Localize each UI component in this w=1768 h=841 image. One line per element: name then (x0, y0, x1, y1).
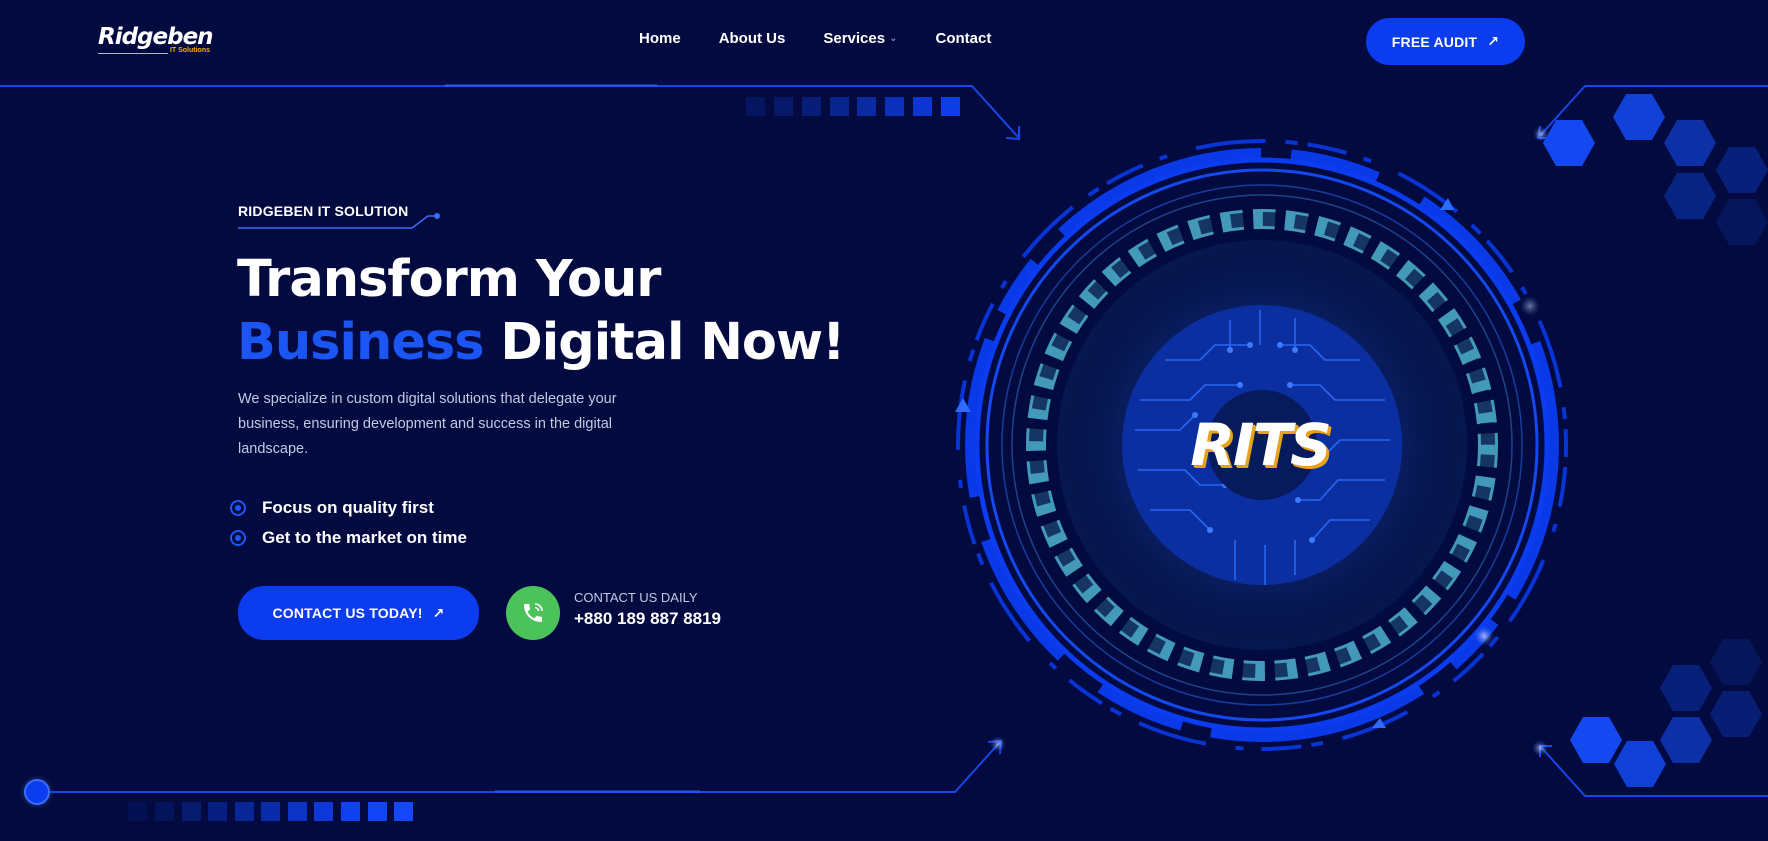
emblem-text: RITS (1190, 411, 1332, 479)
bottom-frame-line (50, 739, 1003, 793)
hero-title-rest: Digital Now! (483, 313, 845, 372)
feature-label: Focus on quality first (262, 498, 434, 517)
hero-title-accent: Business (237, 313, 485, 372)
chevron-down-icon: ⌄ (889, 33, 898, 44)
phone-call-button[interactable] (506, 586, 560, 640)
list-item: Focus on quality first (230, 493, 467, 523)
hexagons-bottom-right (1570, 639, 1762, 787)
phone-icon (524, 603, 543, 622)
nav-services[interactable]: Services ⌄ (823, 29, 897, 49)
nav-services-label: Services (823, 30, 886, 47)
target-icon (230, 500, 246, 516)
hero-title-line1: Transform Your (237, 250, 661, 309)
hero-eyebrow-text: RIDGEBEN IT SOLUTION (238, 203, 409, 219)
nav-home-label: Home (639, 30, 681, 47)
free-audit-label: FREE AUDIT (1391, 33, 1478, 50)
logo-underline (98, 53, 168, 54)
hero-eyebrow: RIDGEBEN IT SOLUTION (238, 203, 408, 219)
arrow-up-right-icon: ↗ (1487, 33, 1500, 49)
logo-subtitle: IT Solutions (169, 47, 210, 54)
top-squares (746, 97, 960, 116)
feature-list: Focus on quality first Get to the market… (230, 493, 467, 553)
feature-label: Get to the market on time (262, 528, 467, 547)
arrow-up-right-icon: ↗ (432, 604, 445, 621)
contact-us-label: CONTACT US TODAY! (272, 605, 423, 621)
hero-description: We specialize in custom digital solution… (238, 391, 617, 457)
nav-about-label: About Us (718, 30, 786, 47)
nav-contact[interactable]: Contact (935, 29, 991, 49)
right-frame-lines (1536, 85, 1768, 797)
contact-label: CONTACT US DAILY (574, 590, 698, 605)
bottom-squares (128, 802, 413, 821)
hexagons-top-right (1543, 94, 1768, 245)
nav-contact-label: Contact (935, 30, 992, 47)
free-audit-button[interactable]: FREE AUDIT ↗ (1366, 18, 1525, 65)
nav-about[interactable]: About Us (719, 29, 786, 49)
contact-phone-number[interactable]: +880 189 887 8819 (574, 609, 721, 629)
contact-us-button[interactable]: CONTACT US TODAY! ↗ (238, 586, 479, 640)
hero-title: Transform Your Business Digital Now! (237, 248, 845, 374)
top-frame-line (0, 85, 1020, 141)
nav-home[interactable]: Home (639, 29, 681, 49)
target-icon (230, 530, 246, 546)
list-item: Get to the market on time (230, 523, 467, 553)
site-logo[interactable]: Ridgeben IT Solutions (98, 24, 218, 58)
main-navigation: Home About Us Services ⌄ Contact (639, 29, 991, 49)
